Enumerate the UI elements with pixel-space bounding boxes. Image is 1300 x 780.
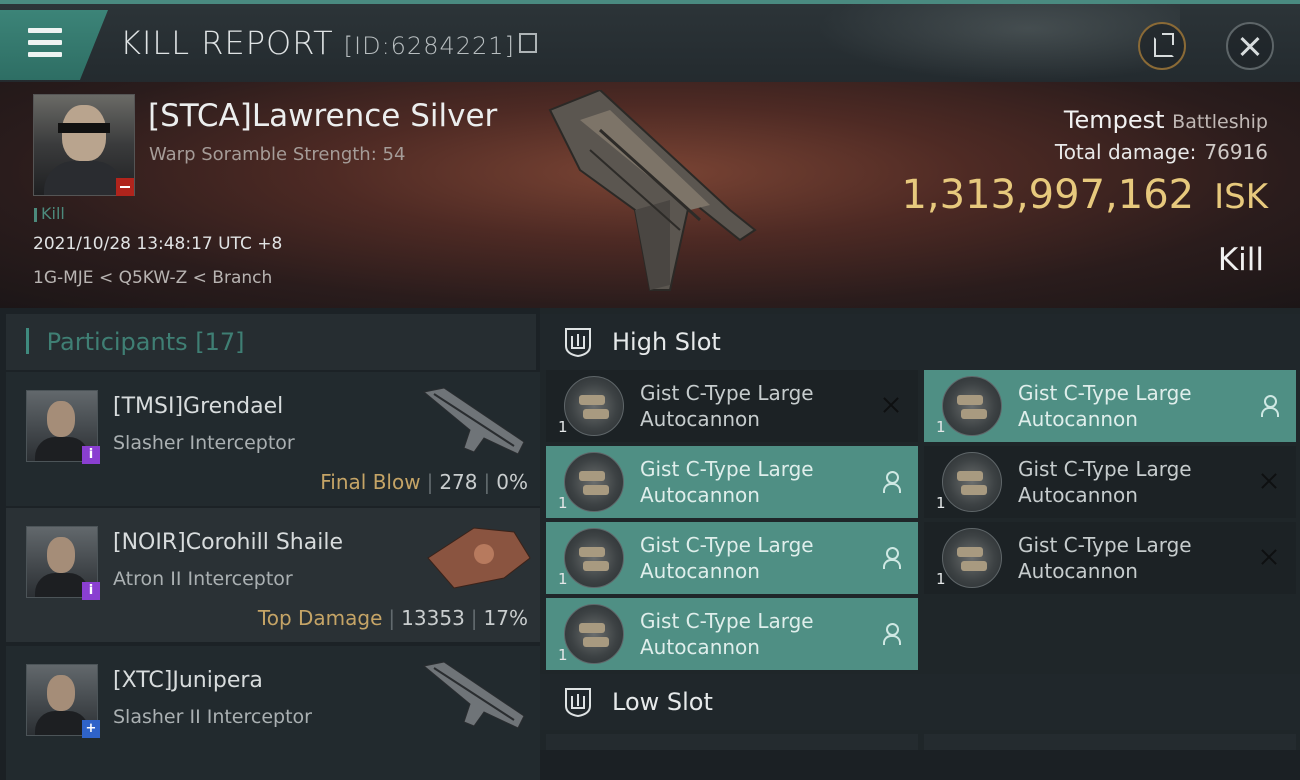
destroyed-icon: [1258, 470, 1280, 492]
module-name: Gist C-Type Large Autocannon: [640, 381, 814, 431]
dropped-person-icon: [880, 622, 902, 645]
module-item[interactable]: 1 Gist C-Type Large Autocannon: [924, 370, 1296, 442]
module-name: Gist C-Type Large Autocannon: [640, 533, 814, 583]
participant-ship: Atron II Interceptor: [113, 568, 293, 590]
dropped-person-icon: [1258, 394, 1280, 417]
participant-ship-image: [422, 387, 525, 455]
participant-stats: Top Damage | 13353 | 17%: [257, 606, 528, 630]
ship-name: Tempest: [1063, 106, 1165, 134]
module-quantity: 1: [558, 418, 568, 436]
participant-ship: Slasher Interceptor: [113, 432, 295, 454]
high-slot-icon: [565, 328, 591, 358]
menu-button[interactable]: [0, 10, 108, 80]
participant-tag: Top Damage: [257, 606, 383, 630]
autocannon-icon: [942, 376, 1002, 436]
isk-unit: ISK: [1214, 177, 1268, 217]
page-title-text: KILL REPORT: [120, 24, 334, 62]
close-button[interactable]: [1226, 22, 1274, 70]
dropped-person-icon: [880, 546, 902, 569]
module-item[interactable]: 1 Gist C-Type Large Autocannon: [924, 522, 1296, 594]
module-item[interactable]: 1 Gist C-Type Large Autocannon: [546, 598, 918, 670]
module-quantity: 1: [558, 646, 568, 664]
participant-ship-image: [427, 527, 531, 589]
autocannon-icon: [564, 376, 624, 436]
module-name: Gist C-Type Large Autocannon: [1018, 457, 1192, 507]
module-quantity: 1: [558, 494, 568, 512]
victim-ship-image: [548, 90, 757, 291]
fitting-panel: High Slot 1 Gist C-Type Large Autocannon …: [540, 308, 1300, 750]
total-damage-label: Total damage:: [1054, 140, 1197, 164]
module-name: Gist C-Type Large Autocannon: [640, 609, 814, 659]
kill-result: Kill: [1217, 242, 1264, 278]
participant-name: [XTC]Junipera: [113, 668, 263, 693]
high-slot-header: High Slot: [540, 314, 1300, 370]
participant-percent: 0%: [496, 470, 528, 494]
total-damage-value: 76916: [1204, 140, 1268, 164]
hostile-badge-icon: [116, 178, 134, 196]
module-quantity: 1: [558, 570, 568, 588]
participant-ship: Slasher II Interceptor: [113, 706, 312, 728]
participant-ship-image: [422, 661, 525, 729]
participants-panel: Participants [17] i [TMSI]Grendael Slash…: [0, 308, 540, 780]
module-name: Gist C-Type Large Autocannon: [640, 457, 814, 507]
low-slot-header: Low Slot: [540, 674, 1300, 730]
add-badge-icon: +: [82, 720, 100, 738]
participant-damage: 13353: [401, 606, 465, 630]
victim-subtitle: Warp Soramble Strength: 54: [149, 144, 406, 165]
ship-class: Battleship: [1172, 111, 1268, 133]
low-slot-icon: [565, 688, 591, 718]
share-button[interactable]: [1138, 22, 1186, 70]
kill-datetime: 2021/10/28 13:48:17 UTC +8: [33, 234, 283, 254]
low-slot-module-partial[interactable]: [924, 734, 1296, 750]
title-bar: KILL REPORT [ID:6284221]: [0, 0, 1300, 86]
dropped-person-icon: [880, 470, 902, 493]
autocannon-icon: [564, 528, 624, 588]
isk-amount: 1,313,997,162: [901, 172, 1195, 218]
title-bar-decoration: [800, 4, 1180, 86]
total-damage: Total damage: 76916: [1055, 140, 1268, 164]
participant-name: [NOIR]Corohill Shaile: [113, 530, 343, 555]
victim-name[interactable]: [STCA]Lawrence Silver: [148, 98, 497, 134]
module-name: Gist C-Type Large Autocannon: [1018, 533, 1192, 583]
participant-row[interactable]: i [TMSI]Grendael Slasher Interceptor Fin…: [6, 372, 540, 506]
high-slot-label: High Slot: [612, 328, 721, 356]
participants-label: Participants [17]: [26, 328, 245, 356]
victim-panel: [STCA]Lawrence Silver Warp Soramble Stre…: [0, 82, 1300, 308]
module-item[interactable]: 1 Gist C-Type Large Autocannon: [546, 446, 918, 518]
module-quantity: 1: [936, 494, 946, 512]
participant-damage: 278: [439, 470, 478, 494]
module-name: Gist C-Type Large Autocannon: [1018, 381, 1192, 431]
participant-name: [TMSI]Grendael: [113, 394, 284, 419]
participant-row[interactable]: i [NOIR]Corohill Shaile Atron II Interce…: [6, 508, 540, 642]
participants-header: Participants [17]: [6, 314, 536, 370]
destroyed-icon: [1258, 546, 1280, 568]
module-item[interactable]: 1 Gist C-Type Large Autocannon: [546, 370, 918, 442]
low-slot-label: Low Slot: [612, 688, 713, 716]
participant-tag: Final Blow: [320, 470, 421, 494]
page-title: KILL REPORT [ID:6284221]: [120, 24, 537, 62]
autocannon-icon: [564, 604, 624, 664]
participant-percent: 17%: [483, 606, 528, 630]
low-slot-module-partial[interactable]: [546, 734, 918, 750]
isk-value: 1,313,997,162 ISK: [901, 172, 1268, 218]
destroyed-icon: [880, 394, 902, 416]
report-id: [ID:6284221]: [343, 32, 515, 60]
copy-icon[interactable]: [518, 33, 537, 53]
info-badge-icon: i: [82, 582, 100, 600]
participants-count: [17]: [195, 328, 245, 356]
info-badge-icon: i: [82, 446, 100, 464]
module-item[interactable]: 1 Gist C-Type Large Autocannon: [546, 522, 918, 594]
autocannon-icon: [564, 452, 624, 512]
module-quantity: 1: [936, 570, 946, 588]
victim-ship: Tempest Battleship: [1064, 106, 1268, 134]
autocannon-icon: [942, 528, 1002, 588]
kill-location: 1G-MJE < Q5KW-Z < Branch: [33, 268, 273, 288]
module-item[interactable]: 1 Gist C-Type Large Autocannon: [924, 446, 1296, 518]
participant-stats: Final Blow | 278 | 0%: [320, 470, 528, 494]
module-quantity: 1: [936, 418, 946, 436]
participant-row[interactable]: + [XTC]Junipera Slasher II Interceptor: [6, 646, 540, 780]
autocannon-icon: [942, 452, 1002, 512]
kill-tag: Kill: [34, 204, 65, 223]
